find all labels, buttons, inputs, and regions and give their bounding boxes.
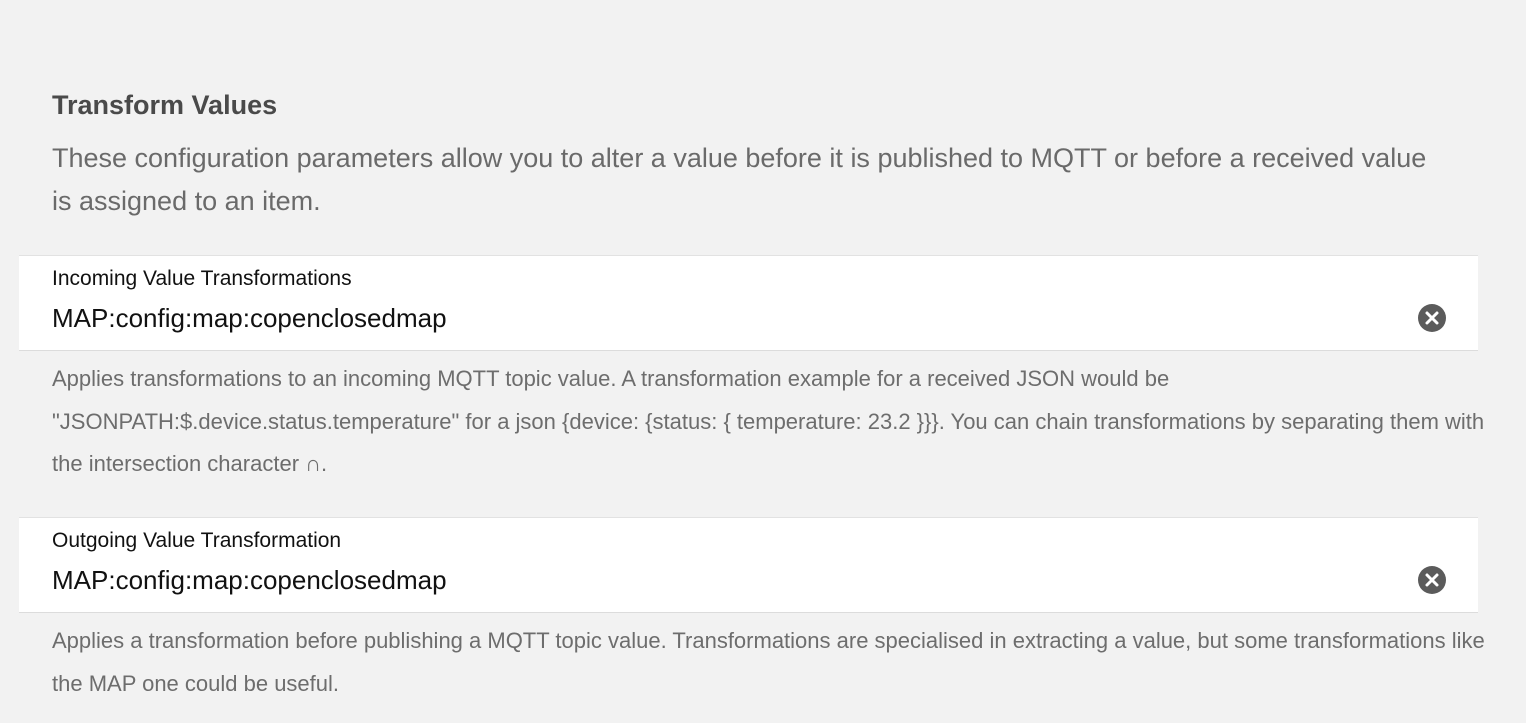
- incoming-transformation-field[interactable]: Incoming Value Transformations: [19, 255, 1478, 351]
- outgoing-transformation-input[interactable]: [52, 562, 1392, 598]
- outgoing-transformation-help: Applies a transformation before publishi…: [52, 628, 1485, 696]
- incoming-transformation-help: Applies transformations to an incoming M…: [52, 366, 1485, 476]
- section-title: Transform Values: [52, 90, 278, 120]
- incoming-transformation-label: Incoming Value Transformations: [52, 267, 352, 290]
- incoming-transformation-input[interactable]: [52, 300, 1392, 336]
- section-description: These configuration parameters allow you…: [52, 143, 1427, 216]
- outgoing-clear-icon[interactable]: [1418, 566, 1446, 594]
- outgoing-transformation-label: Outgoing Value Transformation: [52, 529, 342, 552]
- incoming-clear-icon[interactable]: [1418, 304, 1446, 332]
- outgoing-transformation-field[interactable]: Outgoing Value Transformation: [19, 517, 1478, 613]
